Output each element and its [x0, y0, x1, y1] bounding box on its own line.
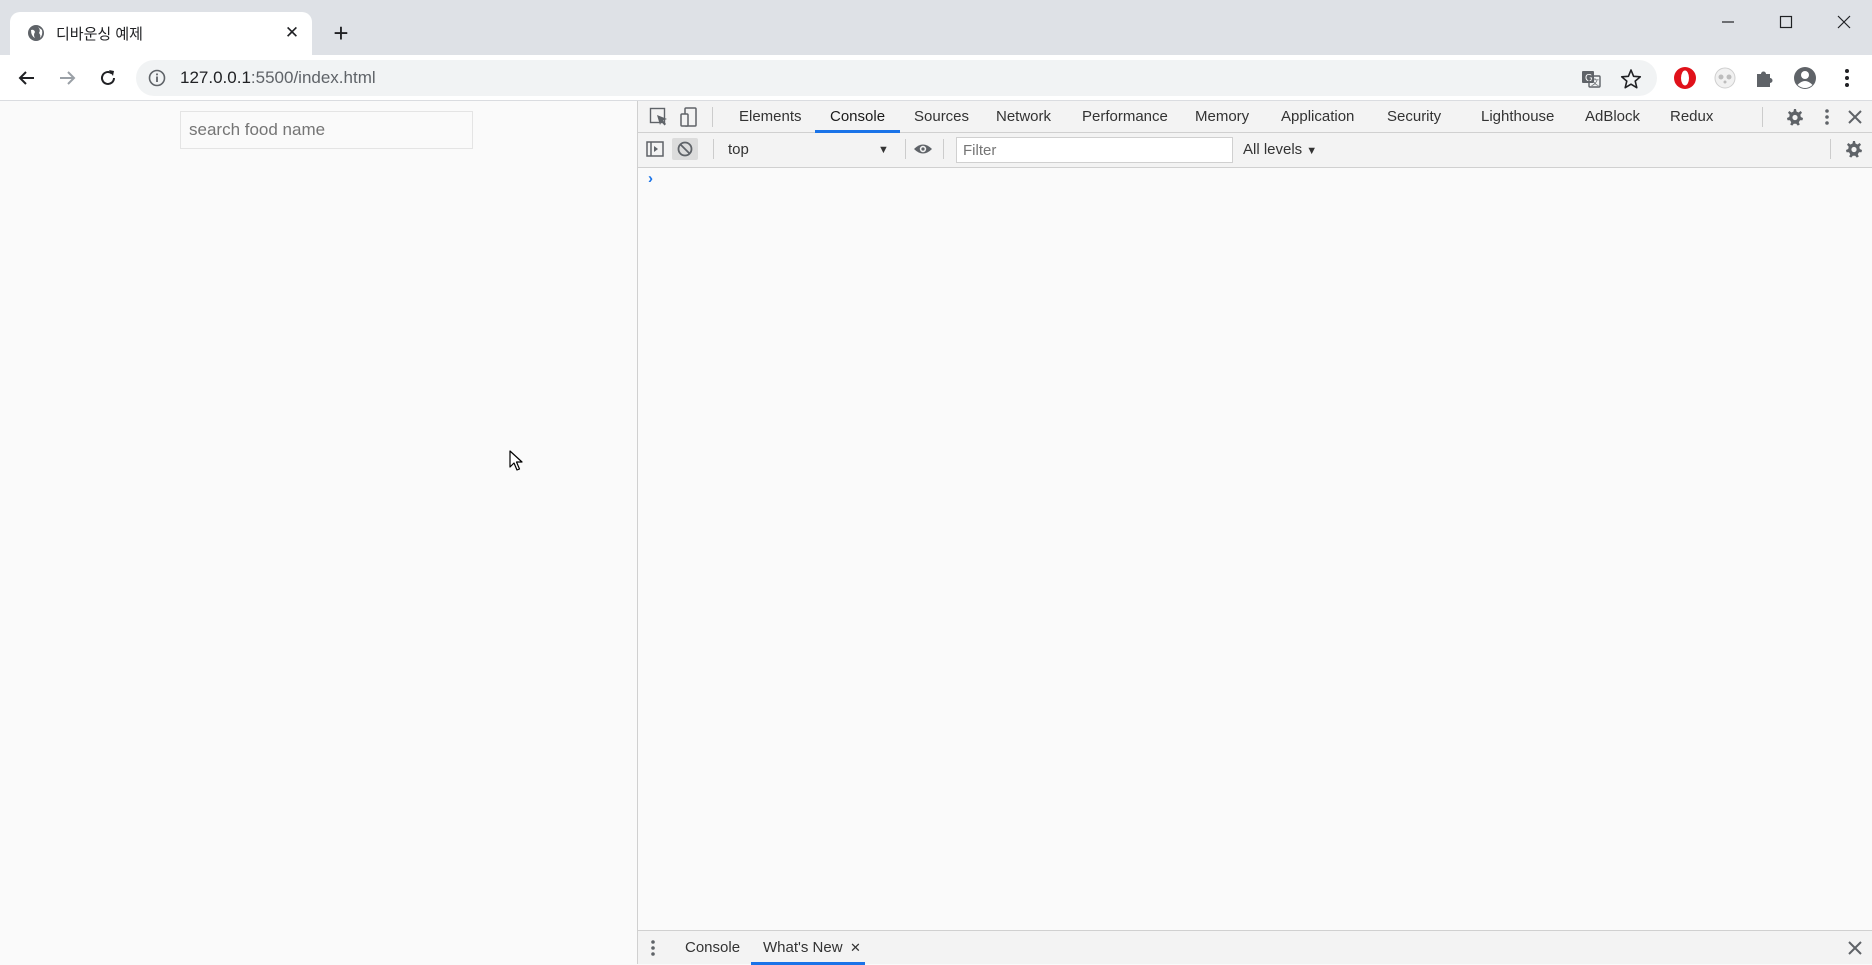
tab-memory[interactable]: Memory [1195, 101, 1249, 133]
tab-network[interactable]: Network [996, 101, 1051, 133]
dropdown-arrow-icon: ▼ [1306, 145, 1318, 157]
device-toolbar-icon[interactable] [678, 106, 700, 128]
console-prompt-icon[interactable]: › [648, 170, 653, 187]
log-levels-dropdown[interactable]: All levels ▼ [1243, 137, 1317, 163]
toolbar-divider [905, 139, 906, 159]
maximize-button[interactable] [1764, 6, 1808, 36]
new-tab-button[interactable]: + [326, 18, 356, 48]
settings-gear-icon[interactable] [1783, 106, 1805, 128]
profile-avatar-icon[interactable] [1792, 65, 1818, 91]
tab-title: 디바운싱 예제 [56, 26, 143, 43]
back-button[interactable] [12, 63, 42, 93]
tab-elements[interactable]: Elements [739, 101, 802, 133]
tab-console[interactable]: Console [830, 101, 885, 133]
browser-tab[interactable]: 디바운싱 예제 ✕ [10, 12, 312, 55]
drawer-menu-icon[interactable] [642, 937, 664, 959]
console-settings-gear-icon[interactable] [1842, 138, 1864, 160]
tab-performance[interactable]: Performance [1082, 101, 1168, 133]
tab-sources[interactable]: Sources [914, 101, 969, 133]
puzzle-icon[interactable] [1752, 65, 1778, 91]
tab-close-icon[interactable]: ✕ [280, 21, 304, 45]
forward-button[interactable] [52, 63, 82, 93]
tab-redux[interactable]: Redux [1670, 101, 1713, 133]
toolbar-divider [1762, 107, 1763, 127]
url-path: :5500/index.html [250, 68, 376, 87]
address-bar[interactable]: 127.0.0.1:5500/index.html G文 [136, 60, 1657, 96]
drawer-close-icon[interactable] [1844, 937, 1866, 959]
arrow-right-icon [60, 71, 76, 85]
close-window-button[interactable] [1822, 6, 1866, 36]
toolbar-divider [1830, 139, 1831, 159]
minimize-icon [1722, 21, 1734, 23]
toolbar-divider [712, 107, 713, 127]
minimize-button[interactable] [1706, 6, 1750, 36]
page-viewport [0, 101, 637, 964]
console-toolbar: top ▼ All levels▼ [638, 133, 1872, 168]
globe-icon [27, 24, 45, 42]
inspect-element-icon[interactable] [648, 106, 670, 128]
url-host: 127.0.0.1 [180, 68, 251, 87]
opera-extension-icon[interactable] [1672, 65, 1698, 91]
drawer-tab-console[interactable]: Console [685, 931, 740, 965]
drawer-tab-whats-new[interactable]: What's New [763, 931, 843, 965]
title-bar: 디바운싱 예제 ✕ + [0, 0, 1872, 55]
extension-icon[interactable] [1712, 65, 1738, 91]
show-sidebar-icon[interactable] [644, 138, 666, 160]
live-expression-eye-icon[interactable] [912, 138, 934, 160]
context-value: top [728, 141, 749, 158]
tab-security[interactable]: Security [1387, 101, 1441, 133]
dropdown-arrow-icon: ▼ [878, 144, 889, 156]
reload-button[interactable] [93, 63, 123, 93]
devtools-close-icon[interactable] [1844, 106, 1866, 128]
tab-lighthouse[interactable]: Lighthouse [1481, 101, 1554, 133]
context-selector[interactable]: top ▼ [728, 137, 898, 163]
translate-icon[interactable]: G文 [1580, 68, 1602, 90]
console-filter-input[interactable] [956, 137, 1233, 163]
maximize-icon [1779, 15, 1793, 29]
clear-console-icon[interactable] [672, 138, 698, 160]
log-levels-label: All levels [1243, 141, 1303, 158]
browser-toolbar: 127.0.0.1:5500/index.html G文 [0, 55, 1872, 101]
search-input[interactable] [180, 111, 473, 149]
bookmark-star-icon[interactable] [1620, 68, 1642, 90]
devtools-panel: Elements Console Sources Network Perform… [637, 101, 1872, 965]
console-output[interactable]: › [638, 168, 1872, 930]
reload-icon [101, 70, 115, 85]
tab-adblock[interactable]: AdBlock [1585, 101, 1640, 133]
toolbar-divider [713, 139, 714, 159]
url-text: 127.0.0.1:5500/index.html [180, 68, 376, 88]
devtools-menu-icon[interactable] [1816, 106, 1838, 128]
toolbar-divider [943, 139, 944, 159]
drawer-tab-close-icon[interactable]: ✕ [850, 931, 861, 965]
tab-application[interactable]: Application [1281, 101, 1354, 133]
arrow-left-icon [18, 71, 34, 85]
close-icon [1837, 15, 1851, 29]
svg-text:文: 文 [1591, 77, 1599, 87]
devtools-tab-bar: Elements Console Sources Network Perform… [638, 101, 1872, 133]
info-icon[interactable] [148, 69, 166, 87]
menu-kebab-icon[interactable] [1834, 65, 1860, 91]
mouse-cursor-icon [509, 450, 525, 476]
devtools-drawer: Console What's New ✕ [638, 930, 1872, 965]
